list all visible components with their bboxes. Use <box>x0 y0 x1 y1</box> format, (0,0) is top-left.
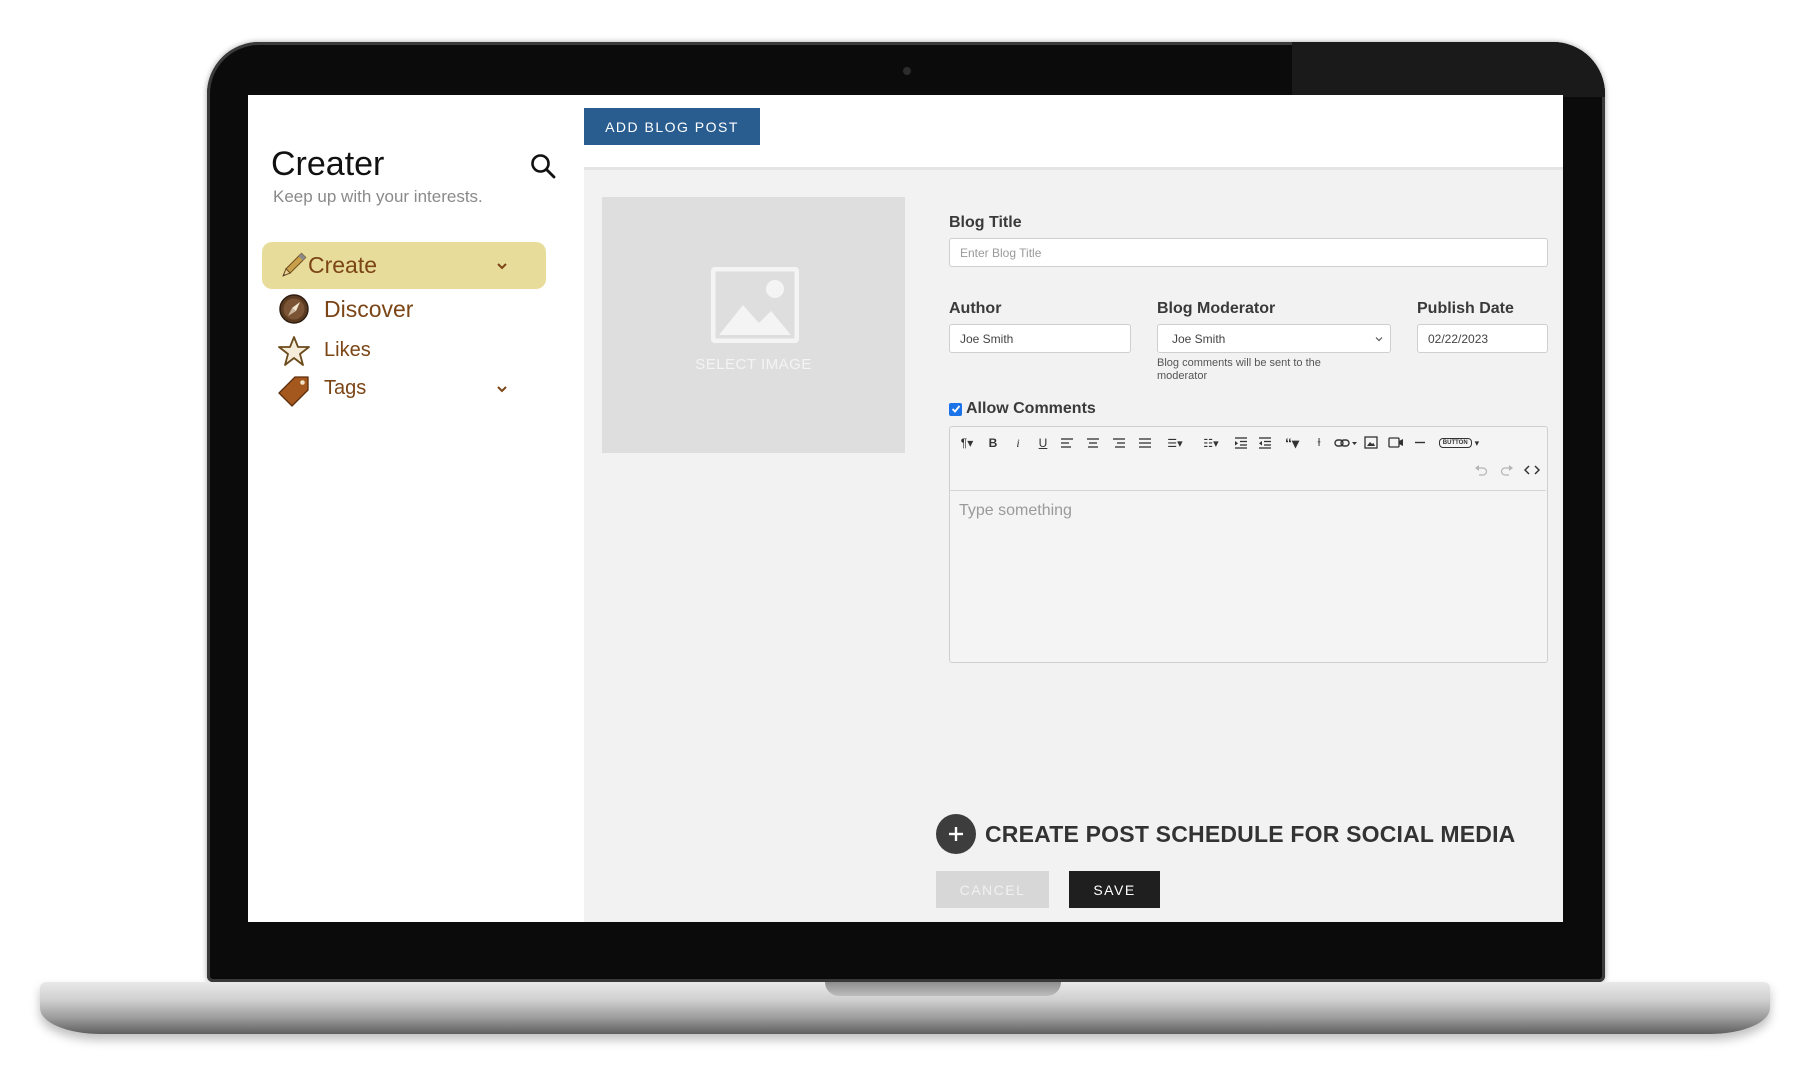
sidebar-item-label: Tags <box>324 377 367 399</box>
screen: Creater Keep up with your interests. Cre… <box>248 95 1563 922</box>
author-input[interactable] <box>949 324 1131 353</box>
sidebar-item-discover[interactable]: Discover <box>278 293 538 329</box>
add-blog-post-button[interactable]: ADD BLOG POST <box>584 108 760 145</box>
plus-icon <box>936 814 976 854</box>
allow-comments-checkbox[interactable] <box>949 402 962 416</box>
indent-icon[interactable] <box>1258 437 1272 449</box>
blog-title-input[interactable] <box>949 238 1548 267</box>
moderator-hint: Blog comments will be sent to the modera… <box>1157 357 1321 382</box>
chevron-down-icon[interactable] <box>495 259 509 273</box>
chevron-down-icon <box>1375 337 1383 342</box>
align-left-icon[interactable] <box>1060 437 1074 449</box>
paragraph-format-icon[interactable]: ¶▾ <box>956 433 978 453</box>
align-justify-icon[interactable] <box>1138 437 1152 449</box>
tag-icon <box>278 376 309 407</box>
app-tagline: Keep up with your interests. <box>273 187 483 206</box>
blog-title-label: Blog Title <box>949 214 1022 231</box>
sidebar: Creater Keep up with your interests. Cre… <box>248 95 584 922</box>
editor-toolbar: ¶▾ B i U ☰▾ ☷▾ “▾ Ɨ BUTTON ▾ <box>950 427 1546 491</box>
align-center-icon[interactable] <box>1086 437 1100 449</box>
cancel-button[interactable]: CANCEL <box>936 871 1049 908</box>
blog-moderator-value: Joe Smith <box>1172 331 1226 346</box>
horizontal-rule-icon[interactable] <box>1414 436 1426 449</box>
blog-moderator-select[interactable]: Joe Smith <box>1157 324 1391 353</box>
button-chip: BUTTON <box>1438 438 1472 448</box>
author-label: Author <box>949 300 1002 317</box>
star-icon <box>278 336 310 366</box>
blog-moderator-label: Blog Moderator <box>1157 300 1276 317</box>
blockquote-icon[interactable]: “▾ <box>1280 433 1304 453</box>
webcam <box>903 67 911 75</box>
blog-post-form: Blog Title Author Blog Moderator Joe Smi… <box>936 95 1549 922</box>
schedule-label: CREATE POST SCHEDULE FOR SOCIAL MEDIA <box>985 820 1516 847</box>
lid-reflection <box>1292 42 1605 97</box>
insert-image-icon[interactable] <box>1364 436 1378 449</box>
chevron-down-icon[interactable] <box>495 382 509 396</box>
app-title: Creater <box>271 145 385 183</box>
create-post-schedule-button[interactable]: CREATE POST SCHEDULE FOR SOCIAL MEDIA <box>936 814 1515 854</box>
image-placeholder-icon <box>711 267 799 343</box>
compass-icon <box>279 294 309 324</box>
undo-icon[interactable] <box>1474 464 1488 476</box>
italic-icon[interactable]: i <box>1012 433 1024 453</box>
base-notch <box>825 982 1061 996</box>
align-right-icon[interactable] <box>1112 437 1126 449</box>
laptop-base <box>40 982 1770 1034</box>
dropdown-arrow-icon: ▾ <box>1474 437 1480 448</box>
check-icon <box>951 405 960 413</box>
underline-icon[interactable]: U <box>1036 433 1050 453</box>
sidebar-item-label: Likes <box>324 339 371 361</box>
sidebar-item-label: Create <box>308 252 378 278</box>
editor-placeholder: Type something <box>959 502 1072 519</box>
bold-icon[interactable]: B <box>986 433 1000 453</box>
insert-button-icon[interactable]: BUTTON ▾ <box>1434 433 1484 453</box>
rich-text-editor[interactable]: ¶▾ B i U ☰▾ ☷▾ “▾ Ɨ BUTTON ▾ Type someth… <box>949 426 1548 663</box>
main-content: ADD BLOG POST SELECT IMAGE Blog Title Au… <box>584 95 1563 922</box>
select-image-label: SELECT IMAGE <box>695 356 812 373</box>
outdent-icon[interactable] <box>1234 437 1248 449</box>
publish-date-label: Publish Date <box>1417 300 1514 317</box>
clear-format-icon[interactable]: Ɨ <box>1312 433 1326 453</box>
unordered-list-icon[interactable]: ☷▾ <box>1198 433 1224 453</box>
sidebar-item-tags[interactable]: Tags <box>278 375 538 411</box>
pencil-icon <box>282 252 307 277</box>
redo-icon[interactable] <box>1500 464 1514 476</box>
code-view-icon[interactable] <box>1524 464 1540 476</box>
allow-comments-label: Allow Comments <box>966 400 1096 417</box>
publish-date-input[interactable] <box>1417 324 1548 353</box>
ordered-list-icon[interactable]: ☰▾ <box>1162 433 1188 453</box>
allow-comments-row[interactable]: Allow Comments <box>949 399 1096 419</box>
save-button[interactable]: SAVE <box>1069 871 1160 908</box>
search-icon[interactable] <box>529 152 557 180</box>
sidebar-item-create[interactable]: Create <box>262 242 546 289</box>
select-image-dropzone[interactable]: SELECT IMAGE <box>602 197 905 453</box>
insert-video-icon[interactable] <box>1388 436 1404 449</box>
sidebar-item-label: Discover <box>324 296 414 322</box>
link-icon[interactable] <box>1334 436 1358 450</box>
sidebar-item-likes[interactable]: Likes <box>278 335 538 371</box>
